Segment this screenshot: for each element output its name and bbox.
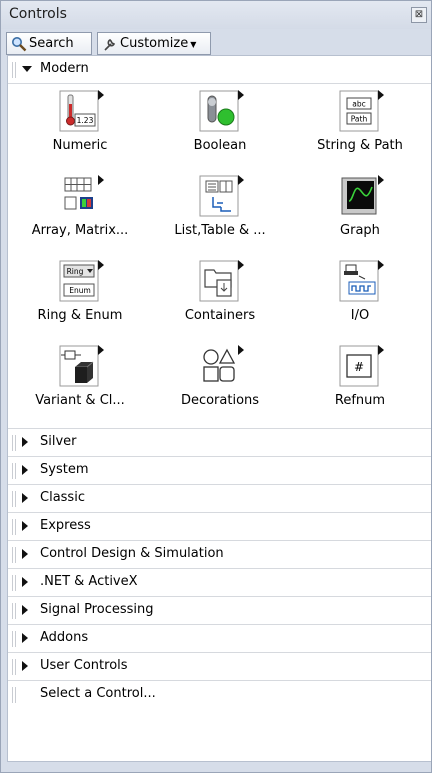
- expanded-arrow-icon: [22, 66, 32, 72]
- collapsed-arrow-icon: [22, 633, 28, 643]
- tile-boolean[interactable]: Boolean: [150, 90, 290, 177]
- category-dotnet-activex[interactable]: .NET & ActiveX: [8, 569, 431, 597]
- tile-containers[interactable]: Containers: [150, 260, 290, 347]
- category-control-design-simulation[interactable]: Control Design & Simulation: [8, 541, 431, 569]
- tile-numeric[interactable]: 1.23 Numeric: [10, 90, 150, 177]
- string-sample: abc: [352, 100, 365, 109]
- collapsed-arrow-icon: [22, 521, 28, 531]
- customize-button-label: Customize: [120, 36, 189, 51]
- category-label: Signal Processing: [40, 602, 154, 617]
- tile-label: List,Table & ...: [174, 223, 266, 238]
- window-title: Controls: [9, 6, 67, 22]
- title-bar[interactable]: Controls ⊠: [1, 1, 431, 29]
- search-icon: [12, 36, 27, 51]
- tile-refnum[interactable]: # Refnum: [290, 345, 430, 432]
- containers-icon: [199, 260, 239, 302]
- category-label: Express: [40, 518, 91, 533]
- select-control-label: Select a Control...: [40, 686, 156, 701]
- customize-button[interactable]: Customize ▼: [97, 32, 211, 55]
- boolean-icon: [199, 90, 239, 132]
- category-silver[interactable]: Silver: [8, 429, 431, 457]
- category-modern[interactable]: Modern: [8, 56, 431, 84]
- tile-label: Containers: [184, 308, 256, 323]
- tile-label: Array, Matrix...: [31, 223, 129, 238]
- grip-handle[interactable]: [12, 687, 16, 703]
- collapsed-arrow-icon: [22, 661, 28, 671]
- category-label: .NET & ActiveX: [40, 574, 138, 589]
- category-label: Modern: [40, 61, 89, 76]
- refnum-symbol: #: [354, 360, 364, 374]
- numeric-icon: 1.23: [59, 90, 99, 132]
- modern-subpalette: 1.23 Numeric Boolean abc Path String & P…: [8, 84, 431, 429]
- ring-enum-icon: Ring Enum: [59, 260, 99, 302]
- enum-sample: Enum: [69, 286, 91, 295]
- controls-palette-window: Controls ⊠ Search Customize ▼ Modern 1.2…: [0, 0, 432, 773]
- grip-handle[interactable]: [12, 62, 16, 78]
- tile-label: Refnum: [334, 393, 386, 408]
- graph-icon: [341, 177, 377, 215]
- palette-panel: Modern 1.23 Numeric Boolean abc Path Str…: [7, 55, 431, 762]
- io-icon: [339, 260, 379, 302]
- collapsed-arrow-icon: [22, 605, 28, 615]
- search-button[interactable]: Search: [6, 32, 92, 55]
- tile-label: Decorations: [180, 393, 260, 408]
- category-addons[interactable]: Addons: [8, 625, 431, 653]
- tile-list-table[interactable]: List,Table & ...: [150, 175, 290, 262]
- tile-variant-class[interactable]: Variant & Cl...: [10, 345, 150, 432]
- category-label: System: [40, 462, 89, 477]
- tile-array-matrix[interactable]: Array, Matrix...: [10, 175, 150, 262]
- tile-graph[interactable]: Graph: [290, 175, 430, 262]
- numeric-readout: 1.23: [77, 116, 94, 125]
- category-user-controls[interactable]: User Controls: [8, 653, 431, 681]
- category-classic[interactable]: Classic: [8, 485, 431, 513]
- collapsed-arrow-icon: [22, 577, 28, 587]
- category-label: Addons: [40, 630, 89, 645]
- grip-handle[interactable]: [12, 547, 16, 563]
- collapsed-arrow-icon: [22, 465, 28, 475]
- grip-handle[interactable]: [12, 491, 16, 507]
- decorations-icon: [203, 348, 236, 382]
- list-table-icon: [199, 175, 239, 217]
- variant-class-icon: [59, 345, 99, 387]
- tile-label: Numeric: [52, 138, 108, 153]
- string-path-icon: abc Path: [339, 90, 379, 132]
- category-express[interactable]: Express: [8, 513, 431, 541]
- collapsed-arrow-icon: [22, 493, 28, 503]
- category-label: Control Design & Simulation: [40, 546, 224, 561]
- close-button[interactable]: ⊠: [411, 7, 427, 23]
- grip-handle[interactable]: [12, 575, 16, 591]
- category-label: Silver: [40, 434, 77, 449]
- category-system[interactable]: System: [8, 457, 431, 485]
- tile-label: I/O: [350, 308, 370, 323]
- tile-decorations[interactable]: Decorations: [150, 345, 290, 432]
- grip-handle[interactable]: [12, 659, 16, 675]
- tile-label: Graph: [340, 223, 380, 238]
- ring-sample: Ring: [67, 267, 84, 276]
- grip-handle[interactable]: [12, 519, 16, 535]
- tile-ring-enum[interactable]: Ring Enum Ring & Enum: [10, 260, 150, 347]
- category-signal-processing[interactable]: Signal Processing: [8, 597, 431, 625]
- refnum-icon: #: [339, 345, 379, 387]
- array-matrix-icon: [64, 177, 93, 210]
- dropdown-arrow-icon: ▼: [190, 40, 197, 49]
- tile-label: Boolean: [193, 138, 247, 153]
- tile-label: String & Path: [317, 138, 403, 153]
- category-label: User Controls: [40, 658, 128, 673]
- grip-handle[interactable]: [12, 435, 16, 451]
- collapsed-arrow-icon: [22, 437, 28, 447]
- tile-label: Variant & Cl...: [35, 393, 125, 408]
- path-sample: Path: [351, 115, 368, 124]
- grip-handle[interactable]: [12, 463, 16, 479]
- toolbar: Search Customize ▼: [1, 29, 431, 55]
- collapsed-arrow-icon: [22, 549, 28, 559]
- tile-string-path[interactable]: abc Path String & Path: [290, 90, 430, 177]
- wrench-icon: [104, 38, 116, 51]
- select-a-control-item[interactable]: Select a Control...: [8, 681, 431, 709]
- category-label: Classic: [40, 490, 85, 505]
- tile-label: Ring & Enum: [37, 308, 123, 323]
- grip-handle[interactable]: [12, 603, 16, 619]
- tile-io[interactable]: I/O: [290, 260, 430, 347]
- search-button-label: Search: [29, 36, 74, 51]
- grip-handle[interactable]: [12, 631, 16, 647]
